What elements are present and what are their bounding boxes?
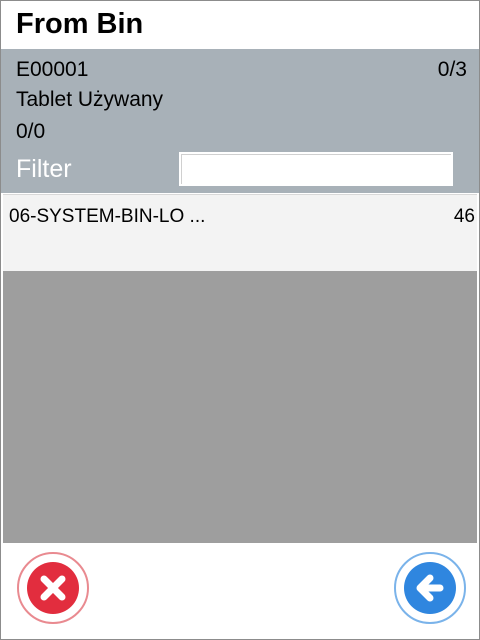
list-item[interactable]: 06-SYSTEM-BIN-LO ... 46 [3, 194, 477, 271]
document-id: E00001 [16, 58, 89, 81]
bin-list[interactable]: 06-SYSTEM-BIN-LO ... 46 [3, 194, 477, 543]
title-bar: From Bin [1, 1, 479, 49]
back-button[interactable] [394, 552, 466, 624]
document-progress: 0/3 [437, 58, 467, 81]
action-bar [1, 544, 479, 639]
close-icon [27, 562, 79, 614]
item-name: Tablet Używany [16, 88, 164, 111]
arrow-left-icon [404, 562, 456, 614]
bin-quantity: 46 [453, 206, 475, 227]
info-panel: E00001 0/3 Tablet Używany 0/0 Filter [1, 49, 479, 193]
cancel-button[interactable] [17, 552, 89, 624]
filter-input[interactable] [179, 152, 453, 186]
page-title: From Bin [16, 8, 144, 40]
filter-label: Filter [16, 155, 72, 183]
bin-name: 06-SYSTEM-BIN-LO ... [9, 206, 206, 227]
item-progress: 0/0 [16, 120, 46, 143]
app-window: From Bin E00001 0/3 Tablet Używany 0/0 F… [0, 0, 480, 640]
